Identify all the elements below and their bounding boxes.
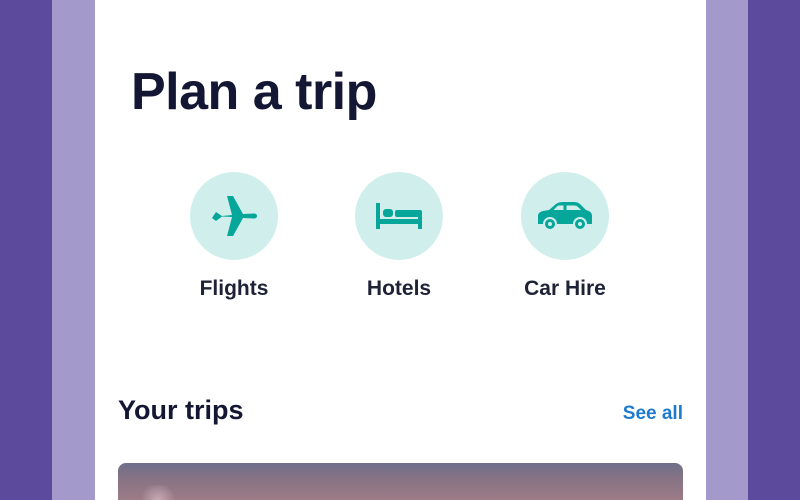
car-hire-icon-circle bbox=[521, 172, 609, 260]
hotels-label: Hotels bbox=[366, 277, 432, 300]
car-icon bbox=[538, 202, 592, 231]
hotels-icon-circle bbox=[355, 172, 443, 260]
airplane-icon bbox=[212, 196, 257, 236]
see-all-link[interactable]: See all bbox=[623, 403, 683, 425]
flights-button[interactable]: Flights bbox=[159, 172, 309, 301]
hotels-button[interactable]: Hotels bbox=[324, 172, 474, 301]
background-right-dark bbox=[748, 0, 800, 500]
your-trips-heading: Your trips bbox=[118, 395, 244, 425]
page-title: Plan a trip bbox=[131, 63, 377, 121]
flights-label: Flights bbox=[199, 277, 269, 300]
car-hire-label: Car Hire bbox=[524, 277, 606, 300]
flights-icon-circle bbox=[190, 172, 278, 260]
bed-icon bbox=[376, 203, 422, 229]
car-hire-button[interactable]: Car Hire bbox=[490, 172, 640, 301]
background-right-light bbox=[706, 0, 748, 500]
background-left-light bbox=[52, 0, 95, 500]
trip-card[interactable] bbox=[118, 463, 683, 500]
trip-card-image bbox=[138, 485, 178, 500]
background-left-dark bbox=[0, 0, 52, 500]
app-screen: Plan a trip Flights Hotels Car Hire Your… bbox=[95, 0, 706, 500]
